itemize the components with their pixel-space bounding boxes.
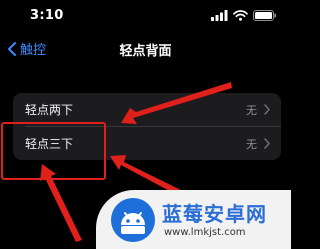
android-logo-icon xyxy=(111,198,155,242)
watermark-badge: 蓝莓安卓网 www.lmkjst.com xyxy=(96,190,291,249)
watermark-url: www.lmkjst.com xyxy=(164,227,246,238)
annotation-arrow xyxy=(40,164,82,242)
annotation-arrow xyxy=(121,82,232,124)
watermark-title: 蓝莓安卓网 xyxy=(162,202,267,226)
